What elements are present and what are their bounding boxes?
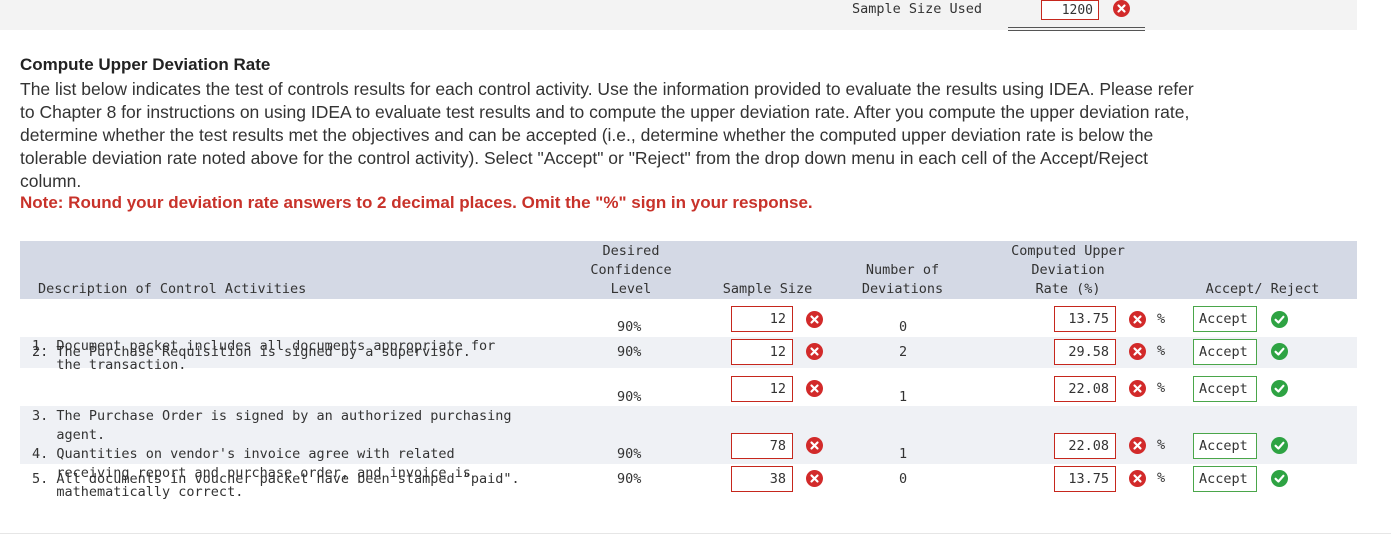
rate-input[interactable]: 22.08 — [1054, 433, 1116, 459]
header-sample-size: Sample Size — [722, 281, 813, 297]
confidence-level: 90% — [617, 389, 642, 405]
confidence-level: 90% — [617, 344, 642, 360]
deviations-value: 1 — [899, 446, 908, 462]
x-circle-icon — [1129, 311, 1146, 328]
x-circle-icon — [806, 380, 823, 397]
rate-input[interactable]: 13.75 — [1054, 466, 1116, 492]
x-circle-icon — [806, 343, 823, 360]
x-circle-icon — [1129, 380, 1146, 397]
section-heading: Compute Upper Deviation Rate — [20, 55, 271, 74]
x-circle-icon — [1113, 0, 1130, 17]
header-description: Description of Control Activities — [38, 281, 307, 297]
header-confidence: Desired Confidence Level — [590, 243, 672, 297]
check-circle-icon — [1271, 437, 1288, 454]
accept-reject-select[interactable]: Accept — [1193, 376, 1257, 402]
x-circle-icon — [1129, 437, 1146, 454]
x-circle-icon — [806, 437, 823, 454]
x-circle-icon — [806, 311, 823, 328]
deviations-value: 0 — [899, 319, 908, 335]
deviations-value: 2 — [899, 344, 908, 360]
rounding-note: Note: Round your deviation rate answers … — [20, 193, 813, 212]
x-circle-icon — [1129, 343, 1146, 360]
x-circle-icon — [1129, 470, 1146, 487]
accept-reject-select[interactable]: Accept — [1193, 339, 1257, 365]
sample-size-input[interactable]: 38 — [731, 466, 793, 492]
percent-sign: % — [1157, 380, 1166, 396]
sample-size-used-label: Sample Size Used — [852, 1, 983, 17]
accept-reject-select[interactable]: Accept — [1193, 433, 1257, 459]
percent-sign: % — [1157, 343, 1166, 359]
header-deviations: Number of Deviations — [861, 262, 944, 297]
confidence-level: 90% — [617, 446, 642, 462]
sample-size-input[interactable]: 12 — [731, 339, 793, 365]
percent-sign: % — [1157, 437, 1166, 453]
percent-sign: % — [1157, 311, 1166, 327]
sample-size-used-input[interactable]: 1200 — [1041, 0, 1099, 20]
accept-reject-select[interactable]: Accept — [1193, 306, 1257, 332]
table-row-description: 2. The Purchase Requisition is signed by… — [32, 344, 471, 360]
bottom-divider — [0, 533, 1391, 534]
check-circle-icon — [1271, 343, 1288, 360]
double-underline — [1008, 27, 1145, 31]
confidence-level: 90% — [617, 471, 642, 487]
rate-input[interactable]: 29.58 — [1054, 339, 1116, 365]
rate-input[interactable]: 22.08 — [1054, 376, 1116, 402]
rate-input[interactable]: 13.75 — [1054, 306, 1116, 332]
sample-size-input[interactable]: 78 — [731, 433, 793, 459]
header-accept-reject: Accept/ Reject — [1205, 281, 1320, 297]
check-circle-icon — [1271, 380, 1288, 397]
header-rate: Computed Upper Deviation Rate (%) — [1011, 243, 1125, 297]
accept-reject-select[interactable]: Accept — [1193, 466, 1257, 492]
table-row-description: 5. All documents in voucher packet have … — [32, 471, 520, 487]
sample-size-input[interactable]: 12 — [731, 306, 793, 332]
table-row-description: 4. Quantities on vendor's invoice agree … — [32, 446, 471, 500]
check-circle-icon — [1271, 470, 1288, 487]
x-circle-icon — [806, 470, 823, 487]
confidence-level: 90% — [617, 319, 642, 335]
check-circle-icon — [1271, 311, 1288, 328]
percent-sign: % — [1157, 470, 1166, 486]
deviations-value: 1 — [899, 389, 908, 405]
sample-size-input[interactable]: 12 — [731, 376, 793, 402]
deviations-value: 0 — [899, 471, 908, 487]
instructions-paragraph: The list below indicates the test of con… — [20, 79, 1194, 191]
top-band — [0, 0, 1357, 30]
